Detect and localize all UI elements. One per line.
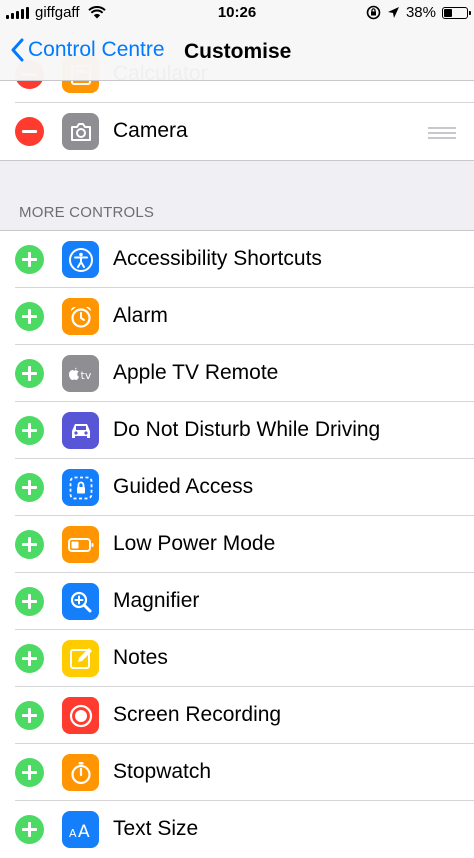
- list-item-alarm: Alarm: [0, 288, 474, 345]
- chevron-left-icon: [11, 38, 24, 62]
- alarm-icon: [62, 298, 99, 335]
- location-arrow-icon: [387, 7, 399, 18]
- item-label: Low Power Mode: [113, 532, 276, 555]
- stopwatch-icon: [62, 754, 99, 791]
- list-item-do-not-disturb-driving: Do Not Disturb While Driving: [0, 402, 474, 459]
- add-button[interactable]: [15, 473, 44, 502]
- record-icon: [62, 697, 99, 734]
- section-header: MORE CONTROLS: [19, 204, 155, 221]
- add-button[interactable]: [15, 359, 44, 388]
- more-controls-list: Accessibility Shortcuts Alarm tv Apple T…: [0, 231, 474, 858]
- list-item-screen-recording: Screen Recording: [0, 687, 474, 744]
- page-title: Customise: [184, 40, 292, 63]
- item-label: Stopwatch: [113, 760, 212, 783]
- add-button[interactable]: [15, 758, 44, 787]
- divider: [0, 160, 474, 161]
- list-item-guided-access: Guided Access: [0, 459, 474, 516]
- item-label: Apple TV Remote: [113, 361, 279, 384]
- item-label: Screen Recording: [113, 703, 282, 726]
- list-item-apple-tv-remote: tv Apple TV Remote: [0, 345, 474, 402]
- magnifier-icon: [62, 583, 99, 620]
- item-label: Do Not Disturb While Driving: [113, 418, 381, 441]
- remove-button[interactable]: [15, 117, 44, 146]
- item-label: Magnifier: [113, 589, 200, 612]
- battery-icon: [442, 6, 471, 19]
- item-label: Text Size: [113, 817, 199, 840]
- svg-text:A: A: [78, 822, 90, 841]
- text-size-icon: AA: [62, 811, 99, 848]
- add-button[interactable]: [15, 302, 44, 331]
- list-item-notes: Notes: [0, 630, 474, 687]
- list-item-accessibility-shortcuts: Accessibility Shortcuts: [0, 231, 474, 288]
- add-button[interactable]: [15, 587, 44, 616]
- item-label: Accessibility Shortcuts: [113, 247, 322, 270]
- camera-icon: [62, 113, 99, 150]
- list-item-magnifier: Magnifier: [0, 573, 474, 630]
- reorder-handle-icon[interactable]: [428, 127, 456, 142]
- list-item-text-size: AA Text Size: [0, 801, 474, 858]
- add-button[interactable]: [15, 416, 44, 445]
- accessibility-icon: [62, 241, 99, 278]
- item-label: Alarm: [113, 304, 168, 327]
- item-label: Notes: [113, 646, 168, 669]
- lock-icon: [62, 469, 99, 506]
- item-label: Guided Access: [113, 475, 254, 498]
- add-button[interactable]: [15, 245, 44, 274]
- navigation-bar: Control Centre Customise: [0, 26, 474, 81]
- add-button[interactable]: [15, 530, 44, 559]
- battery-percent: 38%: [405, 4, 436, 21]
- back-button-label: Control Centre: [28, 38, 165, 61]
- svg-text:tv: tv: [80, 369, 91, 382]
- status-indicators: 38%: [366, 4, 471, 21]
- back-button[interactable]: Control Centre: [10, 38, 165, 62]
- item-label: Camera: [113, 119, 188, 142]
- battery-level: [444, 8, 452, 17]
- car-icon: [62, 412, 99, 449]
- status-bar: giffgaff 10:26 38%: [0, 0, 474, 26]
- apple-tv-icon: tv: [62, 355, 99, 392]
- rotation-lock-icon: [366, 5, 381, 20]
- add-button[interactable]: [15, 644, 44, 673]
- notes-icon: [62, 640, 99, 677]
- list-item-low-power-mode: Low Power Mode: [0, 516, 474, 573]
- add-button[interactable]: [15, 701, 44, 730]
- battery-icon: [62, 526, 99, 563]
- list-item-stopwatch: Stopwatch: [0, 744, 474, 801]
- add-button[interactable]: [15, 815, 44, 844]
- svg-text:A: A: [69, 827, 77, 840]
- list-item-camera: Camera: [0, 103, 474, 160]
